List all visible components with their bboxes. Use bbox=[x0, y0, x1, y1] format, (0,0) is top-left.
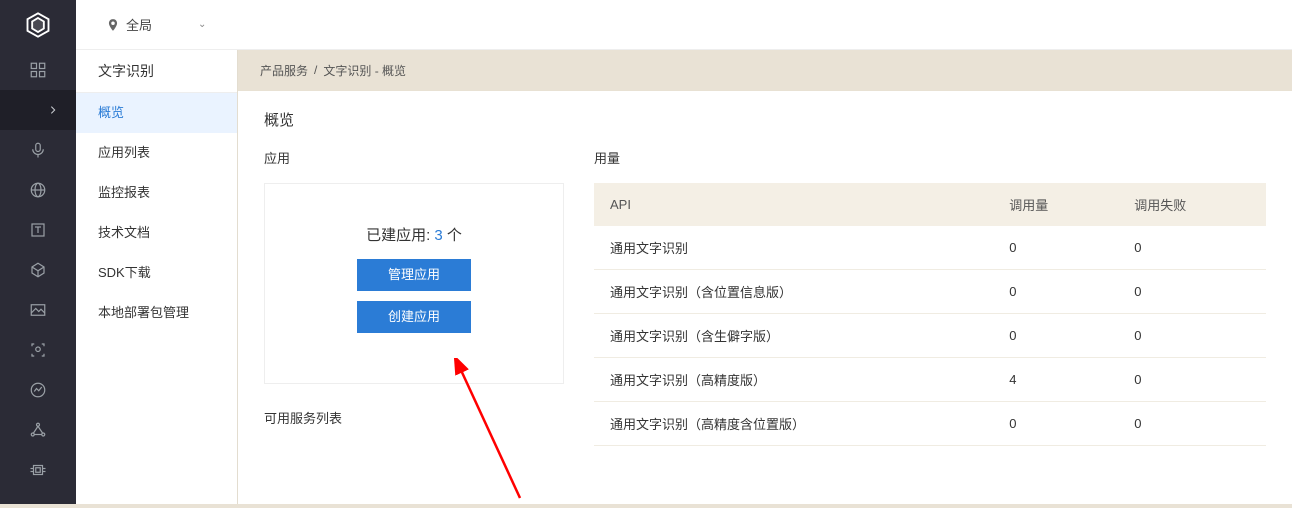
col-calls: 调用量 bbox=[993, 183, 1118, 226]
cell-api: 通用文字识别（含生僻字版） bbox=[594, 314, 993, 358]
cell-api: 通用文字识别（高精度版） bbox=[594, 358, 993, 402]
face-scan-icon[interactable] bbox=[0, 330, 76, 370]
usage-section-title: 用量 bbox=[594, 148, 1266, 167]
table-row: 通用文字识别（高精度含位置版）00 bbox=[594, 402, 1266, 446]
cell-fail: 0 bbox=[1118, 226, 1266, 270]
chevron-down-icon: ⌄ bbox=[198, 19, 206, 30]
sidebar-item-docs[interactable]: 技术文档 bbox=[76, 213, 237, 253]
table-row: 通用文字识别（含位置信息版）00 bbox=[594, 270, 1266, 314]
sidebar-item-deploy[interactable]: 本地部署包管理 bbox=[76, 293, 237, 333]
breadcrumb: 产品服务 / 文字识别 - 概览 bbox=[238, 50, 1292, 90]
table-row: 通用文字识别（含生僻字版）00 bbox=[594, 314, 1266, 358]
crumb-current: 文字识别 - 概览 bbox=[323, 62, 406, 79]
cell-fail: 0 bbox=[1118, 314, 1266, 358]
analytics-icon[interactable] bbox=[0, 370, 76, 410]
chip-icon[interactable] bbox=[0, 450, 76, 490]
app-count-prefix: 已建应用: bbox=[366, 227, 430, 244]
table-row: 通用文字识别（高精度版）40 bbox=[594, 358, 1266, 402]
chevron-right-icon[interactable] bbox=[0, 90, 76, 130]
sidebar-item-app-list[interactable]: 应用列表 bbox=[76, 133, 237, 173]
text-icon[interactable] bbox=[0, 210, 76, 250]
cell-calls: 4 bbox=[993, 358, 1118, 402]
mic-icon[interactable] bbox=[0, 130, 76, 170]
services-section-title: 可用服务列表 bbox=[264, 408, 564, 427]
globe-icon[interactable] bbox=[0, 170, 76, 210]
usage-table: API 调用量 调用失败 通用文字识别00 通用文字识别（含位置信息版）00 通… bbox=[594, 183, 1266, 446]
cell-calls: 0 bbox=[993, 314, 1118, 358]
logo-icon[interactable] bbox=[0, 0, 76, 50]
app-section-title: 应用 bbox=[264, 148, 564, 167]
cell-fail: 0 bbox=[1118, 402, 1266, 446]
cell-api: 通用文字识别（含位置信息版） bbox=[594, 270, 993, 314]
scope-label: 全局 bbox=[126, 15, 152, 34]
sidebar-item-sdk[interactable]: SDK下载 bbox=[76, 253, 237, 293]
scope-selector[interactable]: 全局 ⌄ bbox=[106, 15, 206, 34]
app-box: 已建应用: 3 个 管理应用 创建应用 bbox=[264, 183, 564, 384]
sidebar-title: 文字识别 bbox=[76, 50, 237, 93]
topbar: 全局 ⌄ bbox=[76, 0, 1292, 50]
table-header-row: API 调用量 调用失败 bbox=[594, 183, 1266, 226]
image-icon[interactable] bbox=[0, 290, 76, 330]
sidebar-item-monitor[interactable]: 监控报表 bbox=[76, 173, 237, 213]
network-icon[interactable] bbox=[0, 410, 76, 450]
table-row: 通用文字识别00 bbox=[594, 226, 1266, 270]
cell-calls: 0 bbox=[993, 402, 1118, 446]
app-count: 已建应用: 3 个 bbox=[275, 224, 553, 245]
col-fail: 调用失败 bbox=[1118, 183, 1266, 226]
cell-calls: 0 bbox=[993, 270, 1118, 314]
manage-app-button[interactable]: 管理应用 bbox=[357, 259, 471, 291]
cube-icon[interactable] bbox=[0, 250, 76, 290]
sidebar-item-overview[interactable]: 概览 bbox=[76, 93, 237, 133]
page-title: 概览 bbox=[264, 109, 1266, 130]
panel: 概览 应用 已建应用: 3 个 管理应用 创建应用 可用服务列表 bbox=[238, 90, 1292, 504]
sidebar: 文字识别 概览 应用列表 监控报表 技术文档 SDK下载 本地部署包管理 bbox=[76, 50, 238, 504]
main-content: 产品服务 / 文字识别 - 概览 概览 应用 已建应用: 3 个 管理应用 创建… bbox=[238, 50, 1292, 504]
app-count-suffix: 个 bbox=[447, 227, 462, 244]
col-api: API bbox=[594, 183, 993, 226]
icon-rail bbox=[0, 0, 76, 504]
cell-fail: 0 bbox=[1118, 358, 1266, 402]
crumb-sep: / bbox=[314, 63, 317, 77]
create-app-button[interactable]: 创建应用 bbox=[357, 301, 471, 333]
cell-api: 通用文字识别（高精度含位置版） bbox=[594, 402, 993, 446]
cell-api: 通用文字识别 bbox=[594, 226, 993, 270]
cell-calls: 0 bbox=[993, 226, 1118, 270]
cell-fail: 0 bbox=[1118, 270, 1266, 314]
crumb-products[interactable]: 产品服务 bbox=[260, 62, 308, 79]
location-icon bbox=[106, 18, 120, 32]
app-count-number: 3 bbox=[434, 227, 442, 244]
grid-icon[interactable] bbox=[0, 50, 76, 90]
